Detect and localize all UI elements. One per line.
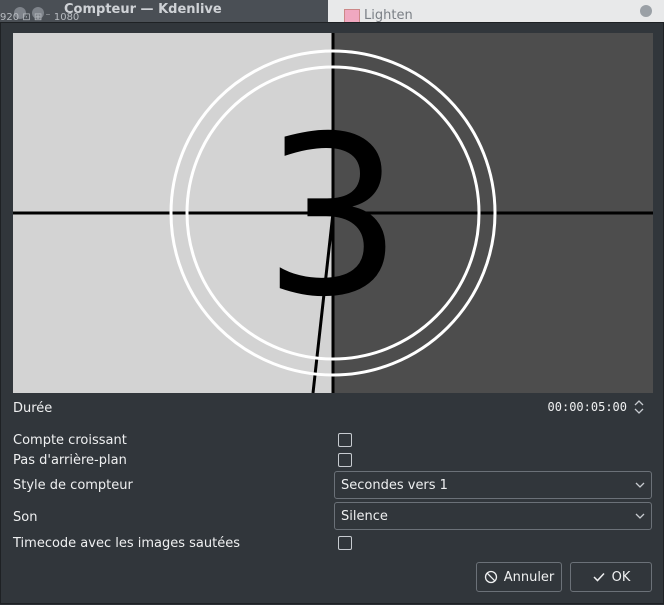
window-title: Compteur — Kdenlive	[64, 2, 222, 17]
no-background-label: Pas d'arrière-plan	[13, 453, 127, 468]
count-up-label: Compte croissant	[13, 433, 127, 448]
timecode-label: Timecode avec les images sautées	[13, 536, 240, 551]
counter-style-select[interactable]: Secondes vers 1	[334, 471, 652, 499]
duration-label: Durée	[13, 401, 53, 416]
no-background-checkbox[interactable]	[338, 453, 352, 467]
cancel-button[interactable]: Annuler	[476, 562, 562, 592]
counter-style-value: Secondes vers 1	[341, 478, 448, 493]
timecode-checkbox[interactable]	[338, 536, 352, 550]
sound-select[interactable]: Silence	[334, 502, 652, 530]
countdown-dialog: 3 Durée 00:00:05:00 Compte croissant Pas…	[0, 22, 664, 604]
background-knob-icon	[640, 5, 652, 17]
chevron-down-icon	[635, 482, 645, 488]
ok-button[interactable]: OK	[570, 562, 652, 592]
ok-label: OK	[611, 569, 631, 585]
checkmark-icon	[593, 572, 605, 582]
background-effect-item: Lighten	[364, 8, 413, 23]
count-up-checkbox[interactable]	[338, 433, 352, 447]
cancel-label: Annuler	[503, 569, 555, 585]
sound-value: Silence	[341, 509, 388, 524]
duration-value[interactable]: 00:00:05:00	[548, 400, 627, 414]
cancel-icon	[484, 570, 497, 584]
sound-label: Son	[13, 510, 38, 525]
chevron-down-icon	[635, 513, 645, 519]
duration-spinbox[interactable]: 00:00:05:00	[548, 398, 645, 416]
color-swatch	[344, 9, 360, 23]
counter-style-label: Style de compteur	[13, 478, 133, 493]
spin-arrows-icon[interactable]	[633, 398, 645, 416]
countdown-preview: 3	[13, 33, 653, 393]
